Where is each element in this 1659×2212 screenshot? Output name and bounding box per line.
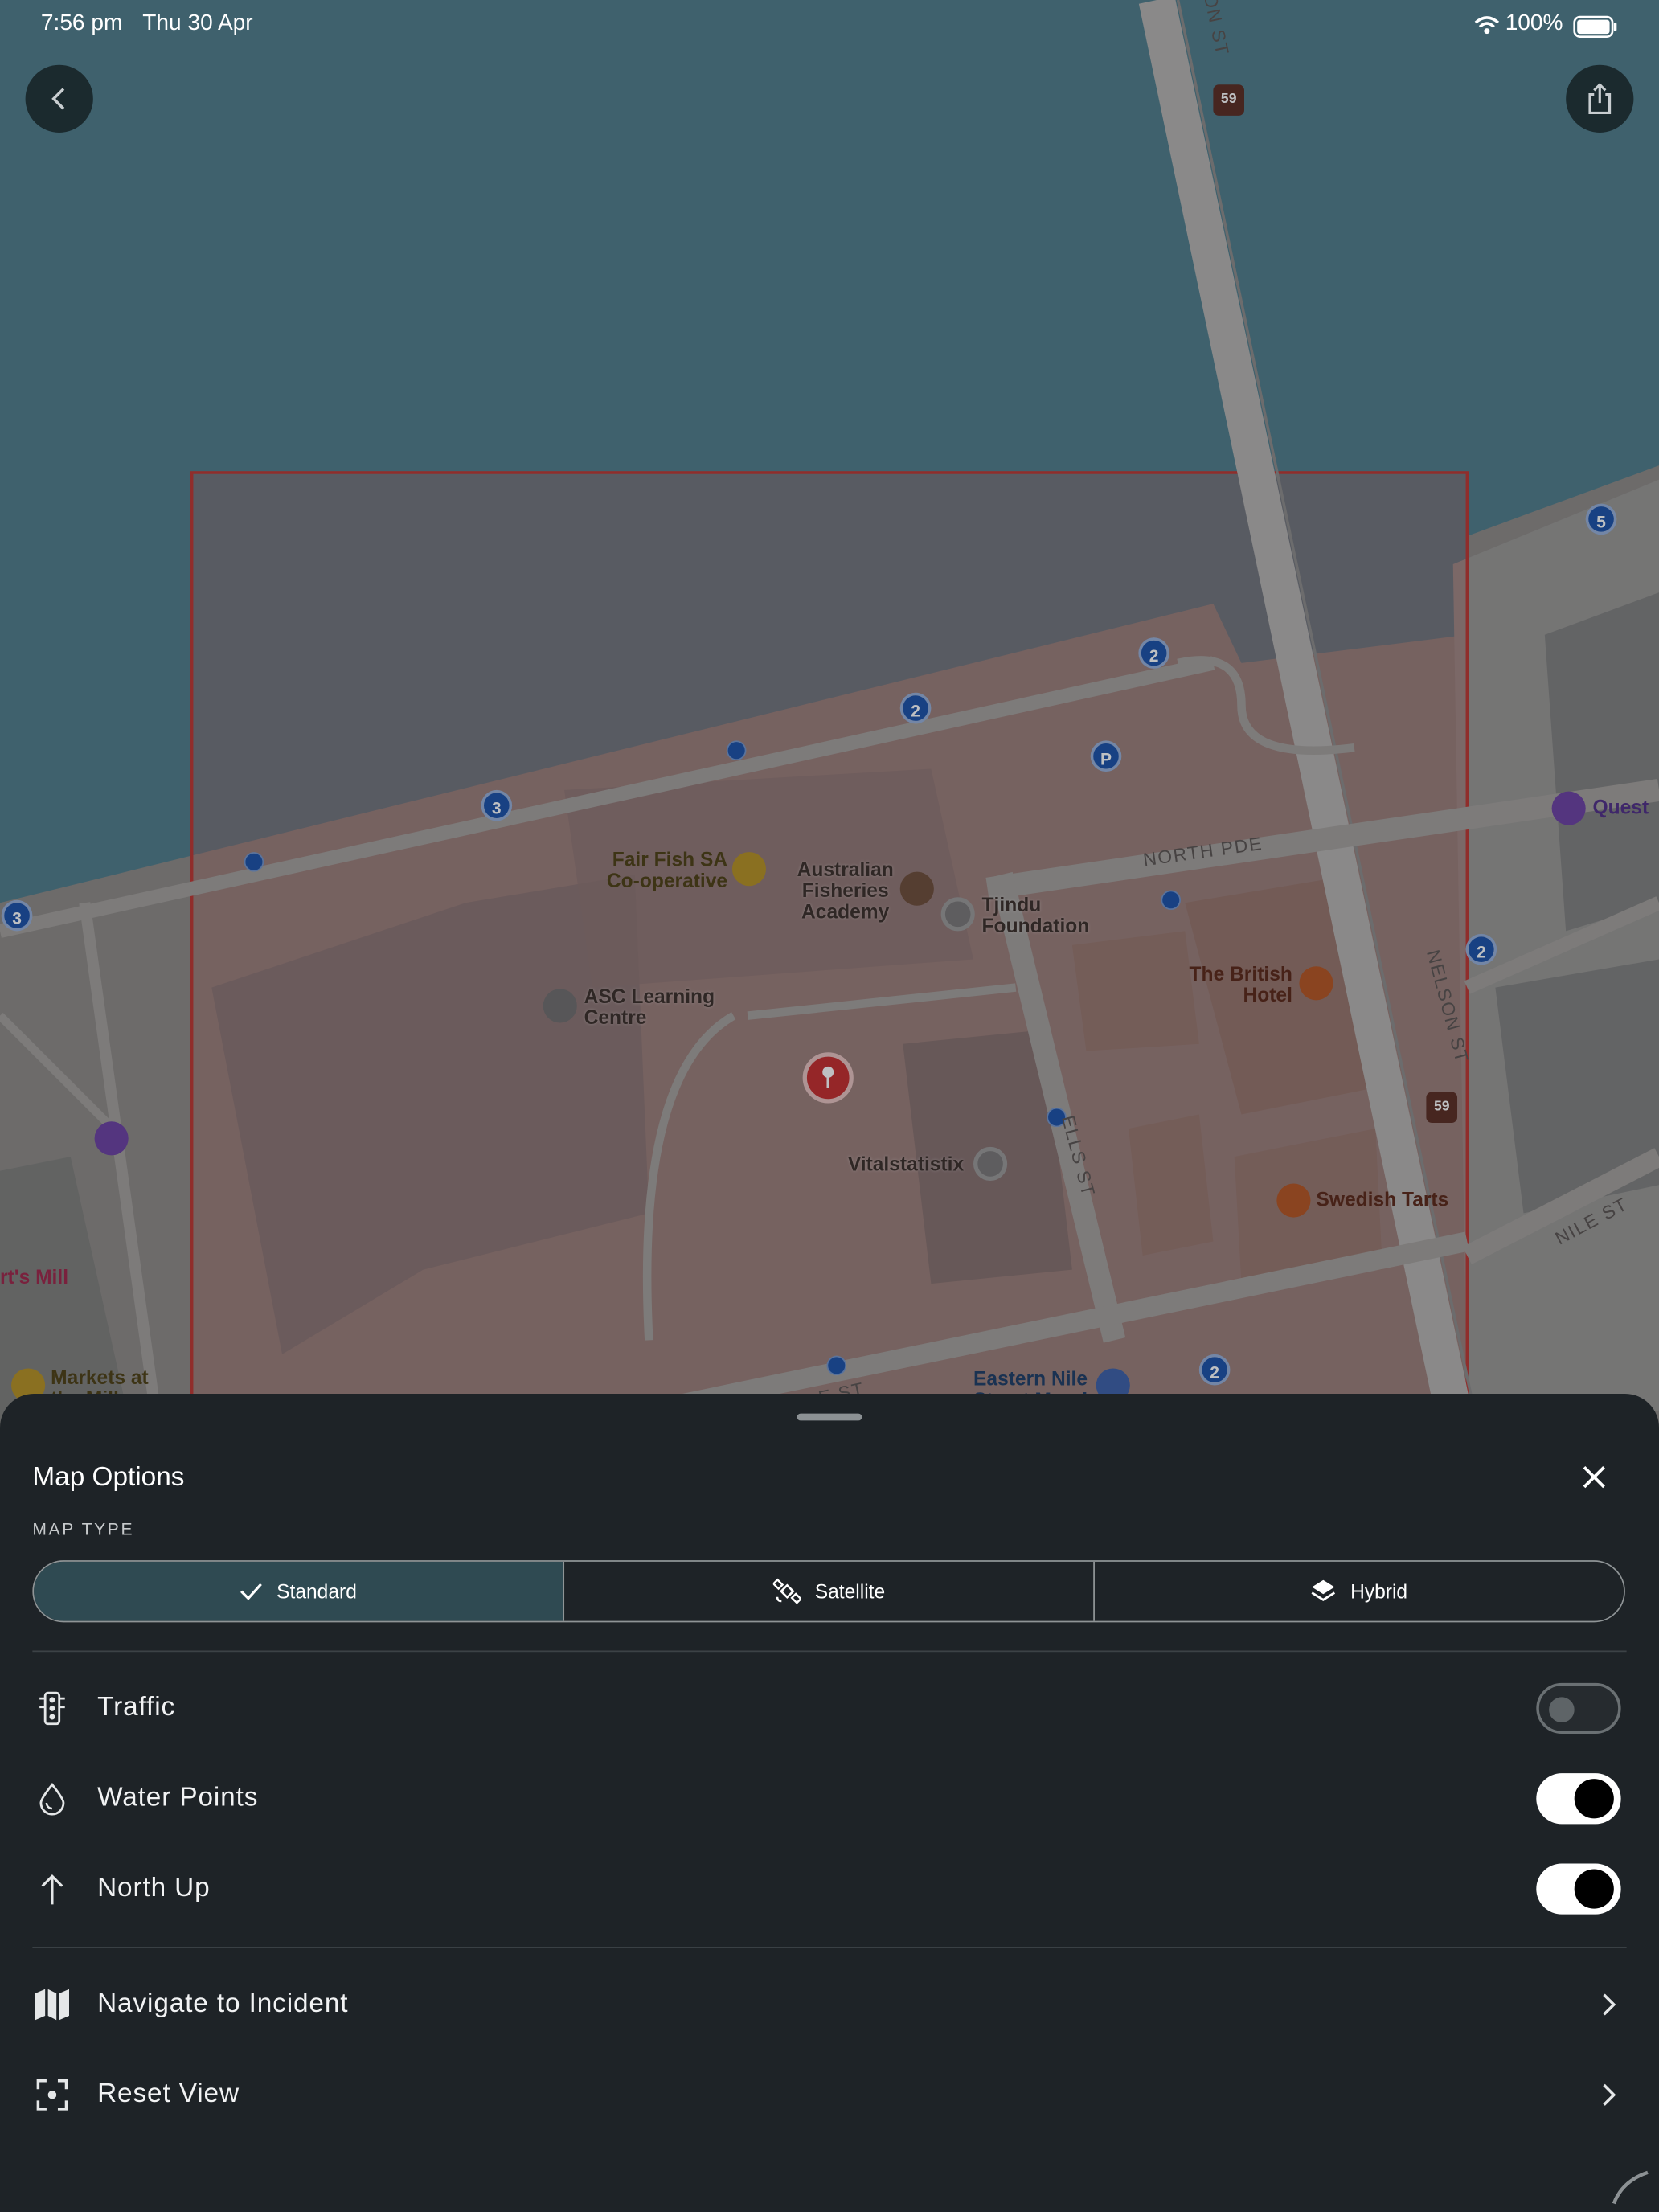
share-button[interactable] [1566, 64, 1634, 133]
navigate-to-incident-label: Navigate to Incident [97, 1989, 349, 2019]
reset-view-icon [34, 2077, 71, 2114]
navigate-to-incident-row[interactable]: Navigate to Incident [0, 1968, 1659, 2041]
traffic-toggle[interactable] [1536, 1682, 1621, 1735]
divider [32, 1650, 1627, 1653]
traffic-row[interactable]: Traffic [0, 1672, 1659, 1745]
close-icon [1583, 1465, 1605, 1489]
layers-icon [1311, 1579, 1336, 1601]
close-button[interactable] [1571, 1455, 1616, 1500]
map-type-segmented-control[interactable]: Standard Satellite Hybrid [32, 1560, 1625, 1623]
reset-view-row[interactable]: Reset View [0, 2058, 1659, 2132]
satellite-icon [772, 1578, 801, 1604]
water-points-label: Water Points [97, 1783, 259, 1813]
battery-icon [1573, 15, 1617, 38]
map-icon [34, 1986, 71, 2023]
checkmark-icon [240, 1583, 263, 1600]
map-type-standard[interactable]: Standard [34, 1561, 565, 1621]
segment-label: Standard [276, 1579, 357, 1603]
water-points-row[interactable]: Water Points [0, 1762, 1659, 1835]
map-type-heading: MAP TYPE [32, 1519, 135, 1539]
divider [32, 1947, 1627, 1948]
wifi-icon [1474, 16, 1500, 35]
toggle-knob [1549, 1697, 1575, 1722]
segment-label: Satellite [814, 1579, 886, 1603]
toggle-knob [1574, 1869, 1614, 1909]
status-time: 7:56 pm [40, 11, 123, 35]
chevron-right-icon [1603, 2083, 1616, 2106]
map-type-satellite[interactable]: Satellite [564, 1561, 1095, 1621]
share-icon [1588, 83, 1612, 114]
water-drop-icon [34, 1780, 71, 1817]
sheet-grabber[interactable] [797, 1413, 862, 1421]
resize-handle-icon[interactable] [1608, 2164, 1651, 2206]
map-options-sheet[interactable]: Map Options MAP TYPE Standard Satellite … [0, 1394, 1659, 2212]
segment-label: Hybrid [1350, 1579, 1408, 1603]
chevron-right-icon [1603, 1993, 1616, 2016]
north-up-label: North Up [97, 1873, 211, 1903]
traffic-light-icon [34, 1690, 71, 1727]
status-date: Thu 30 Apr [142, 11, 253, 35]
sheet-title: Map Options [32, 1463, 185, 1493]
back-button[interactable] [25, 64, 93, 133]
chevron-left-icon [51, 88, 65, 110]
toggle-knob [1574, 1779, 1614, 1819]
map-type-hybrid[interactable]: Hybrid [1095, 1562, 1624, 1621]
battery-percent: 100% [1505, 11, 1563, 35]
traffic-label: Traffic [97, 1693, 176, 1722]
water-points-toggle[interactable] [1536, 1773, 1621, 1825]
north-up-row[interactable]: North Up [0, 1852, 1659, 1925]
north-up-toggle[interactable] [1536, 1863, 1621, 1915]
north-arrow-icon [34, 1870, 71, 1907]
reset-view-label: Reset View [97, 2079, 240, 2109]
